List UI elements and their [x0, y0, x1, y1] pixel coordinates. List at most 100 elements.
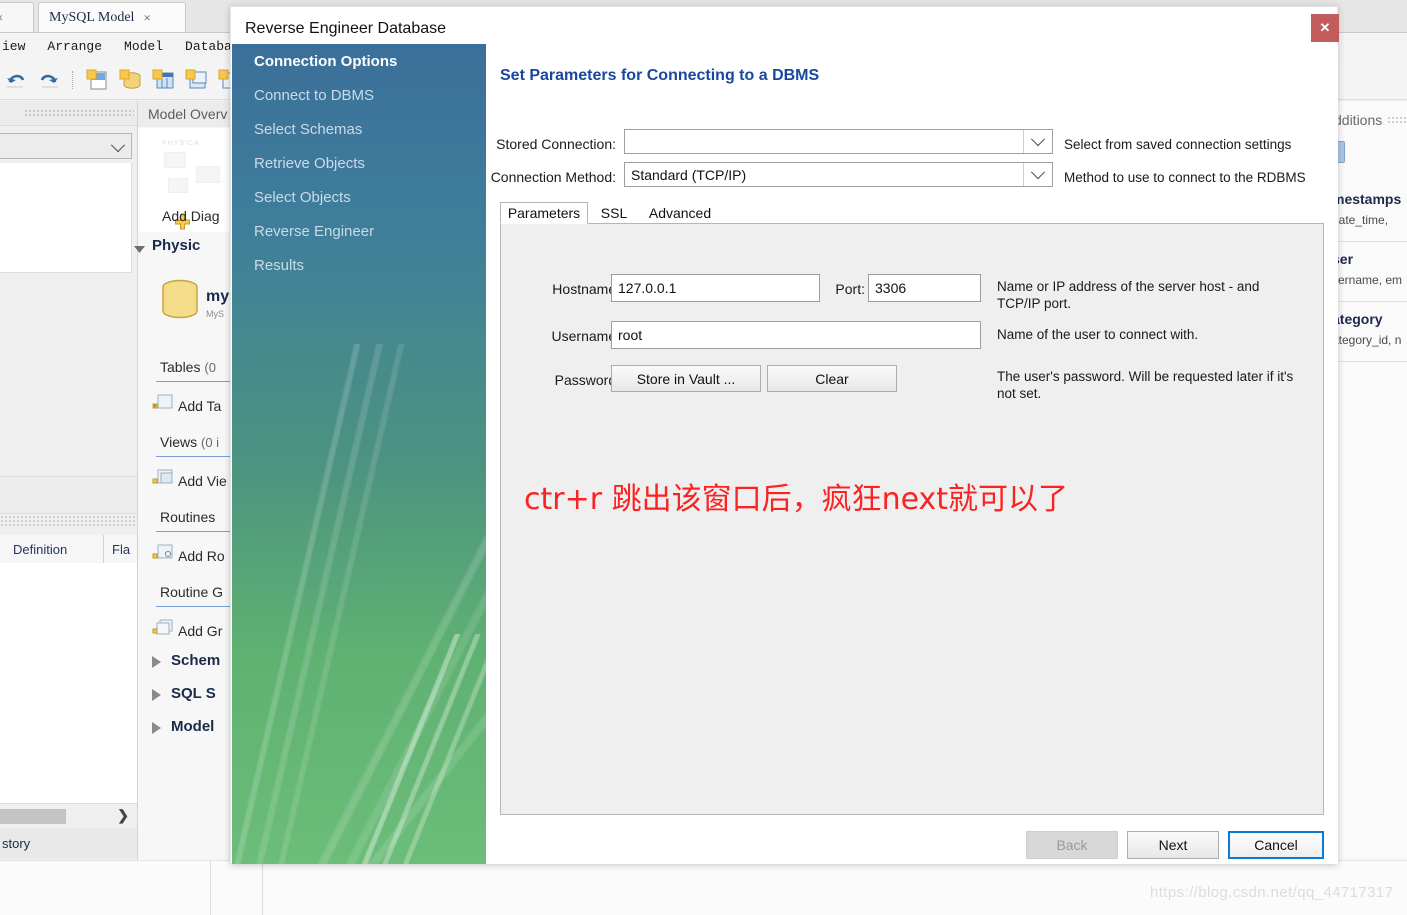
tab-flags[interactable]: Fla [103, 535, 130, 563]
stored-connection-hint: Select from saved connection settings [1064, 137, 1292, 152]
hostname-hint: Name or IP address of the server host - … [997, 279, 1260, 311]
workbench-tab-0[interactable]: t × [0, 2, 34, 32]
new-schema-icon[interactable] [119, 69, 143, 91]
stored-connection-select[interactable] [624, 129, 1053, 154]
add-table-label[interactable]: Add Ta [178, 398, 221, 414]
port-label: Port: [835, 281, 865, 297]
add-view-label[interactable]: Add Vie [178, 473, 227, 489]
workbench-left-panel: Definition Fla ❯ story [0, 101, 138, 915]
addition-item-title[interactable]: mestamps [1332, 191, 1401, 207]
tab-definition[interactable]: Definition [0, 542, 103, 557]
tables-row: Tables (0 [160, 359, 216, 375]
divider [210, 861, 211, 915]
menu-model[interactable]: Model [124, 39, 163, 54]
add-diagram-label[interactable]: Add Diag [162, 208, 220, 224]
username-input[interactable]: root [611, 321, 981, 349]
divider [1332, 301, 1407, 302]
add-view-icon[interactable] [152, 469, 174, 494]
store-in-vault-button[interactable]: Store in Vault ... [611, 365, 761, 392]
tab-ssl[interactable]: SSL [590, 202, 638, 224]
add-table-icon[interactable] [152, 394, 174, 419]
add-group-label[interactable]: Add Gr [178, 623, 222, 639]
wizard-step-connection-options[interactable]: Connection Options [232, 44, 486, 78]
triangle-right-icon[interactable] [152, 656, 161, 668]
wizard-step-retrieve-objects[interactable]: Retrieve Objects [232, 146, 486, 180]
views-count: (0 i [200, 435, 220, 450]
panel-splitter[interactable] [0, 515, 137, 526]
hostname-input[interactable]: 127.0.0.1 [611, 274, 820, 302]
menu-arrange[interactable]: Arrange [47, 39, 102, 54]
close-icon[interactable]: × [0, 10, 3, 26]
new-table-icon[interactable] [152, 69, 176, 91]
routines-row: Routines [160, 509, 215, 525]
physical-schemas-section[interactable]: Physic [134, 237, 201, 254]
additions-header: dditions [1332, 109, 1407, 131]
left-panel-header [0, 101, 137, 126]
hostname-value: 127.0.0.1 [618, 280, 677, 296]
parameters-panel: Hostname: 127.0.0.1 Port: 3306 Name or I… [500, 223, 1324, 815]
model-section[interactable]: Model [171, 718, 214, 735]
chevron-down-icon[interactable] [1023, 130, 1052, 153]
new-model-icon[interactable] [86, 69, 110, 91]
new-view-icon[interactable] [185, 69, 209, 91]
triangle-right-icon[interactable] [152, 689, 161, 701]
addition-item-sub: ategory_id, n [1332, 333, 1402, 347]
add-routine-label[interactable]: Add Ro [178, 548, 225, 564]
dialog-body: Set Parameters for Connecting to a DBMS … [486, 44, 1338, 864]
schema-name: my [206, 288, 230, 305]
addition-item-title[interactable]: ategory [1332, 311, 1383, 327]
undo-icon[interactable] [4, 69, 28, 91]
menu-view[interactable]: iew [2, 39, 25, 54]
port-input[interactable]: 3306 [868, 274, 981, 302]
wizard-step-reverse-engineer[interactable]: Reverse Engineer [232, 214, 486, 248]
divider [1332, 361, 1407, 362]
drag-grip-icon[interactable] [1387, 115, 1407, 125]
model-overview-header: Model Overv [138, 101, 233, 127]
addition-item-sub: eate_time, [1332, 213, 1389, 227]
wizard-sidebar: Connection Options Connect to DBMS Selec… [232, 44, 486, 864]
scrollbar-thumb[interactable] [0, 809, 66, 824]
history-label: story [2, 835, 31, 851]
horizontal-scrollbar[interactable]: ❯ [0, 805, 137, 828]
wizard-steps: Connection Options Connect to DBMS Selec… [232, 44, 486, 282]
add-group-icon[interactable] [152, 619, 174, 644]
divider [262, 861, 263, 915]
tab-advanced[interactable]: Advanced [640, 202, 720, 224]
chevron-right-icon[interactable]: ❯ [117, 807, 129, 824]
chevron-down-icon [110, 138, 126, 158]
sql-scripts-section[interactable]: SQL S [171, 685, 216, 702]
triangle-right-icon[interactable] [152, 722, 161, 734]
wizard-step-select-schemas[interactable]: Select Schemas [232, 112, 486, 146]
close-icon[interactable]: ✕ [1311, 14, 1339, 42]
divider [156, 381, 236, 382]
cancel-button[interactable]: Cancel [1228, 831, 1324, 859]
toolbar-separator [72, 70, 75, 89]
add-routine-icon[interactable] [152, 544, 174, 569]
clear-password-button[interactable]: Clear [767, 365, 897, 392]
connection-method-select[interactable]: Standard (TCP/IP) [624, 162, 1053, 187]
tab-parameters[interactable]: Parameters [500, 202, 588, 224]
additions-panel: dditions mestamps eate_time, ser sername… [1331, 101, 1407, 915]
drag-grip-icon[interactable] [24, 109, 134, 118]
next-button[interactable]: Next [1127, 831, 1219, 859]
physical-label: Physic [152, 237, 201, 254]
redo-icon[interactable] [37, 69, 61, 91]
username-value: root [618, 327, 643, 343]
wizard-step-results[interactable]: Results [232, 248, 486, 282]
schemas-section[interactable]: Schem [171, 652, 220, 669]
wizard-step-connect-to-dbms[interactable]: Connect to DBMS [232, 78, 486, 112]
screen: t × MySQL Model × iew Arrange Model Data… [0, 0, 1407, 915]
schema-subtitle: MyS [206, 309, 224, 319]
connection-method-hint: Method to use to connect to the RDBMS [1064, 170, 1306, 185]
chevron-down-icon[interactable] [1023, 163, 1052, 186]
addition-item-sub: sername, em [1332, 273, 1403, 287]
wizard-step-select-objects[interactable]: Select Objects [232, 180, 486, 214]
left-panel-content [0, 563, 137, 804]
left-panel-select[interactable] [0, 133, 132, 159]
close-icon[interactable]: × [143, 10, 150, 26]
routine-groups-label: Routine G [160, 584, 224, 600]
workbench-tab-mysql-model[interactable]: MySQL Model × [38, 2, 186, 32]
decorative-streaks [272, 634, 486, 864]
history-panel[interactable]: story [0, 828, 137, 858]
schema-database-icon [160, 279, 200, 329]
